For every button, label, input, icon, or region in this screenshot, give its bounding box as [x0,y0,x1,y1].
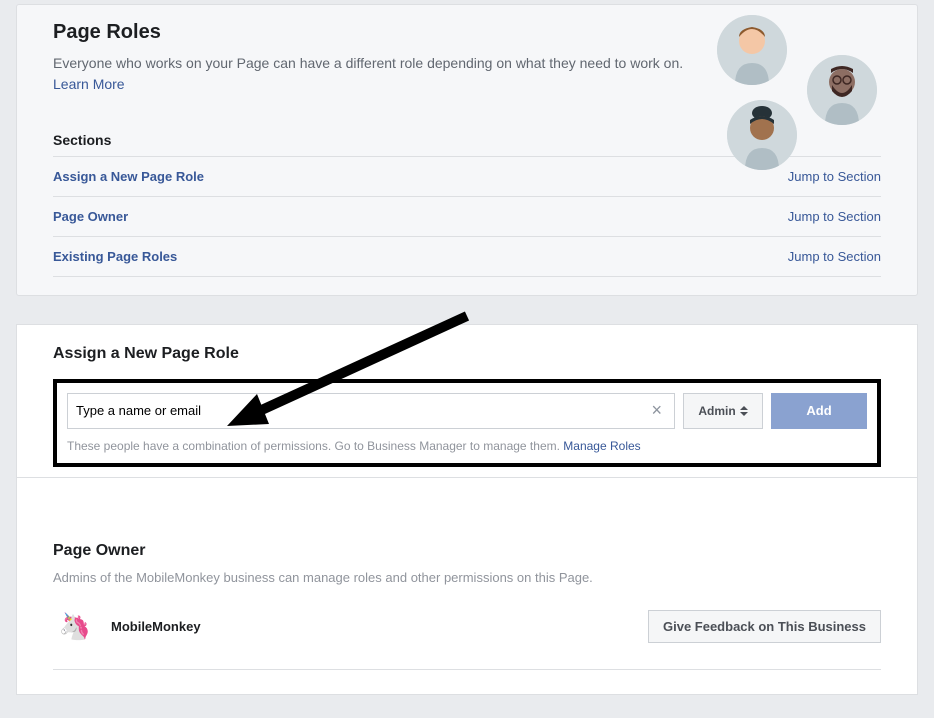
owner-name: MobileMonkey [111,619,201,634]
section-link-owner[interactable]: Page Owner [53,209,128,224]
assign-helper-text: These people have a combination of permi… [67,439,867,453]
learn-more-link[interactable]: Learn More [53,76,125,92]
owner-section: Page Owner Admins of the MobileMonkey bu… [16,518,918,695]
section-row: Existing Page Roles Jump to Section [53,237,881,277]
jump-link[interactable]: Jump to Section [788,249,881,264]
avatar-icon [807,55,877,125]
assign-box-highlight: × Admin Add These people have a combinat… [53,379,881,467]
clear-input-icon[interactable]: × [647,400,666,421]
jump-link[interactable]: Jump to Section [788,209,881,224]
assign-heading: Assign a New Page Role [53,345,881,363]
section-link-assign[interactable]: Assign a New Page Role [53,169,204,184]
name-or-email-input[interactable] [76,403,647,418]
give-feedback-button[interactable]: Give Feedback on This Business [648,610,881,643]
assign-section: Assign a New Page Role × Admin Add These… [16,324,918,478]
role-select-label: Admin [698,404,735,418]
section-link-existing[interactable]: Existing Page Roles [53,249,177,264]
name-input-wrap[interactable]: × [67,393,675,429]
section-row: Page Owner Jump to Section [53,197,881,237]
owner-logo-icon: 🦄 [53,605,97,649]
role-select[interactable]: Admin [683,393,763,429]
owner-description: Admins of the MobileMonkey business can … [53,570,881,585]
avatar-icon [717,15,787,85]
sort-icon [740,406,748,416]
avatar-icon [727,100,797,170]
owner-heading: Page Owner [53,542,881,560]
avatar-decor [697,15,877,185]
manage-roles-link[interactable]: Manage Roles [563,439,640,453]
owner-row: 🦄 MobileMonkey Give Feedback on This Bus… [53,605,881,670]
add-button[interactable]: Add [771,393,867,429]
